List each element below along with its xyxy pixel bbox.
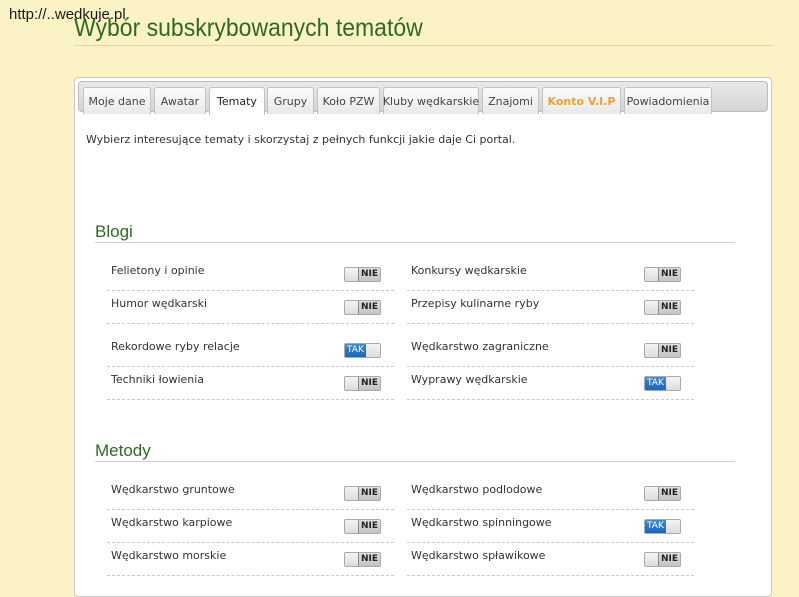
subscribe-toggle[interactable]: NIE (344, 300, 381, 315)
tab-powiadomienia[interactable]: Powiadomienia (624, 87, 712, 114)
topic-label: Wędkarstwo spinningowe (411, 516, 552, 529)
topic-label: Wędkarstwo karpiowe (111, 516, 233, 529)
toggle-state-label: NIE (657, 268, 680, 281)
toggle-state-label: NIE (357, 487, 380, 500)
toggle-state-label: NIE (657, 487, 680, 500)
section-divider (95, 461, 735, 462)
toggle-state-label: NIE (657, 344, 680, 357)
topic-item: Wędkarstwo spławikowe NIE (407, 544, 694, 576)
toggle-state-label: NIE (657, 553, 680, 566)
topic-label: Konkursy wędkarskie (411, 264, 527, 277)
toggle-state-label: NIE (357, 520, 380, 533)
subscribe-toggle[interactable]: NIE (344, 552, 381, 567)
topic-item: Wędkarstwo spinningowe TAK (407, 511, 694, 543)
topic-item: Przepisy kulinarne ryby NIE (407, 292, 694, 324)
toggle-state-label: NIE (357, 268, 380, 281)
tab-awatar[interactable]: Awatar (154, 87, 206, 114)
topic-item: Konkursy wędkarskie NIE (407, 259, 694, 291)
topic-item: Wędkarstwo podlodowe NIE (407, 478, 694, 510)
toggle-state-label: TAK (645, 377, 666, 390)
topic-label: Rekordowe ryby relacje (111, 340, 240, 353)
section-title: Blogi (95, 222, 133, 241)
topic-item: Wędkarstwo karpiowe NIE (107, 511, 394, 543)
topic-label: Wędkarstwo podlodowe (411, 483, 543, 496)
topic-label: Wędkarstwo gruntowe (111, 483, 235, 496)
topic-label: Wyprawy wędkarskie (411, 373, 528, 386)
topic-label: Przepisy kulinarne ryby (411, 297, 540, 310)
subscribe-toggle[interactable]: NIE (344, 519, 381, 534)
tab-bar: Moje dane Awatar Tematy Grupy Koło PZW Kluby … (78, 81, 768, 115)
subscribe-toggle[interactable]: TAK (344, 343, 381, 358)
topic-item: Felietony i opinie NIE (107, 259, 394, 291)
section-divider (95, 242, 735, 243)
toggle-state-label: TAK (645, 520, 666, 533)
topic-item: Rekordowe ryby relacje TAK (107, 335, 394, 367)
topic-label: Wędkarstwo zagraniczne (411, 340, 549, 353)
subscribe-toggle[interactable]: NIE (344, 267, 381, 282)
topic-item: Wyprawy wędkarskie TAK (407, 368, 694, 400)
topic-label: Techniki łowienia (111, 373, 205, 386)
tab-grupy[interactable]: Grupy (267, 87, 314, 114)
toggle-state-label: NIE (657, 301, 680, 314)
subscribe-toggle[interactable]: NIE (644, 486, 681, 501)
subscribe-toggle[interactable]: NIE (644, 343, 681, 358)
topic-label: Wędkarstwo spławikowe (411, 549, 546, 562)
tab-tematy[interactable]: Tematy (209, 87, 265, 115)
page-title: Wybór subskrybowanych tematów (74, 14, 423, 42)
subscribe-toggle[interactable]: TAK (644, 376, 681, 391)
topic-label: Wędkarstwo morskie (111, 549, 227, 562)
tab-moje-dane[interactable]: Moje dane (83, 87, 151, 114)
topic-label: Humor wędkarski (111, 297, 208, 310)
subscribe-toggle[interactable]: NIE (344, 376, 381, 391)
tab-kolo-pzw[interactable]: Koło PZW (317, 87, 380, 114)
topic-label: Felietony i opinie (111, 264, 205, 277)
topic-item: Techniki łowienia NIE (107, 368, 394, 400)
title-divider (74, 45, 773, 46)
toggle-state-label: NIE (357, 553, 380, 566)
topic-item: Humor wędkarski NIE (107, 292, 394, 324)
subscribe-toggle[interactable]: NIE (644, 267, 681, 282)
topic-item: Wędkarstwo morskie NIE (107, 544, 394, 576)
tab-znajomi[interactable]: Znajomi (482, 87, 539, 114)
topic-item: Wędkarstwo zagraniczne NIE (407, 335, 694, 367)
toggle-state-label: NIE (357, 377, 380, 390)
toggle-state-label: TAK (345, 344, 366, 357)
section-title: Metody (95, 441, 151, 460)
tab-kluby[interactable]: Kluby wędkarskie (383, 87, 479, 114)
subscribe-toggle[interactable]: NIE (644, 552, 681, 567)
topic-item: Wędkarstwo gruntowe NIE (107, 478, 394, 510)
tab-konto-vip[interactable]: Konto V.I.P (542, 87, 621, 114)
subscribe-toggle[interactable]: NIE (344, 486, 381, 501)
toggle-state-label: NIE (357, 301, 380, 314)
settings-panel: Moje dane Awatar Tematy Grupy Koło PZW Kluby … (74, 77, 772, 597)
subscribe-toggle[interactable]: TAK (644, 519, 681, 534)
intro-text: Wybierz interesujące tematy i skorzystaj… (86, 133, 516, 146)
subscribe-toggle[interactable]: NIE (644, 300, 681, 315)
